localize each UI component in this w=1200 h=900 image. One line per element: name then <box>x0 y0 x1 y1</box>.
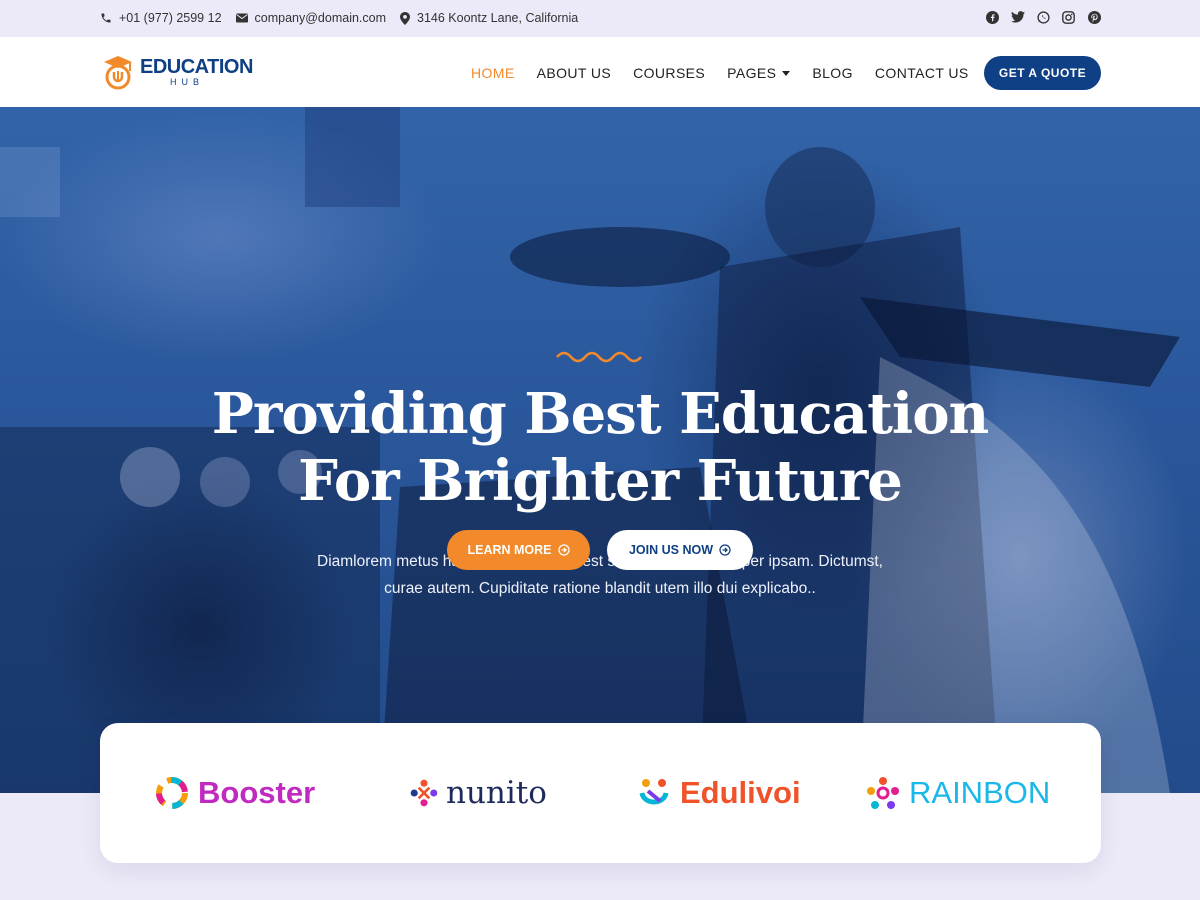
brand-rainbon: RAINBON <box>865 773 1050 813</box>
pinterest-icon[interactable] <box>1087 10 1101 24</box>
phone-item[interactable]: +01 (977) 2599 12 <box>100 11 222 25</box>
email-text: company@domain.com <box>254 11 387 25</box>
nav-courses-label: COURSES <box>633 65 706 81</box>
brand-nunito-name: nunito <box>446 775 547 811</box>
nav-contact-us[interactable]: CONTACT US <box>875 65 969 81</box>
email-item[interactable]: company@domain.com <box>235 11 387 25</box>
logo-title: EDUCATION <box>140 56 253 78</box>
brand-booster: Booster <box>154 773 315 813</box>
phone-text: +01 (977) 2599 12 <box>119 11 222 25</box>
phone-icon <box>101 13 111 23</box>
arrow-circle-right-icon <box>557 544 570 556</box>
partner-brands-card: Booster nunito Edulivoi RAINBON <box>100 723 1101 863</box>
hero-description-line2: curae autem. Cupiditate ratione blandit … <box>384 580 816 597</box>
hero-description-line1: Diamlorem metus habitant voluptatum est … <box>317 553 883 570</box>
main-nav: HOME ABOUT US COURSES PAGES BLOG CONTACT… <box>471 65 991 81</box>
site-logo[interactable]: EDUCATION HUB <box>102 53 253 91</box>
nav-about-us[interactable]: ABOUT US <box>537 65 612 81</box>
nav-home[interactable]: HOME <box>471 65 515 81</box>
chevron-down-icon <box>782 70 791 76</box>
brand-rainbon-name: RAINBON <box>909 775 1051 810</box>
booster-logo-icon <box>156 777 188 809</box>
edulivoi-logo-icon <box>639 779 669 805</box>
twitter-icon[interactable] <box>1010 10 1025 24</box>
instagram-icon[interactable] <box>1062 10 1076 24</box>
envelope-icon <box>235 13 248 23</box>
join-us-now-label: JOIN US NOW <box>628 543 714 557</box>
nav-pages-label: PAGES <box>727 65 777 81</box>
whatsapp-icon[interactable] <box>1036 10 1050 24</box>
main-header: EDUCATION HUB HOME ABOUT US COURSES PAGE… <box>0 37 1200 107</box>
graduation-cap-logo-icon <box>104 56 132 90</box>
hero-description: Diamlorem metus habitant voluptatum est … <box>290 548 910 602</box>
nunito-logo-icon <box>410 779 438 807</box>
nav-pages[interactable]: PAGES <box>727 65 791 81</box>
brand-nunito: nunito <box>408 773 547 813</box>
hero-title-line2: For Brighter Future <box>298 448 903 514</box>
address-item: 3146 Koontz Lane, California <box>400 11 578 25</box>
location-pin-icon <box>400 11 411 25</box>
learn-more-label: LEARN MORE <box>467 543 552 557</box>
facebook-icon[interactable] <box>985 10 999 24</box>
join-us-now-button[interactable]: JOIN US NOW <box>607 530 753 570</box>
nav-about-us-label: ABOUT US <box>536 65 612 81</box>
hero-title: Providing Best Education For Brighter Fu… <box>0 381 1200 515</box>
logo-subtitle: HUB <box>170 77 205 87</box>
nav-courses[interactable]: COURSES <box>633 65 705 81</box>
address-text: 3146 Koontz Lane, California <box>417 11 579 25</box>
social-links <box>974 10 1102 24</box>
brand-booster-name: Booster <box>198 775 316 810</box>
hero-section: Providing Best Education For Brighter Fu… <box>0 107 1200 793</box>
hero-title-line1: Providing Best Education <box>211 381 990 447</box>
nav-contact-us-label: CONTACT US <box>874 65 969 81</box>
get-a-quote-button[interactable]: GET A QUOTE <box>984 56 1101 90</box>
nav-blog[interactable]: BLOG <box>812 65 853 81</box>
learn-more-button[interactable]: LEARN MORE <box>447 530 590 570</box>
brand-edulivoi-name: Edulivoi <box>680 775 801 810</box>
nav-home-label: HOME <box>471 65 515 81</box>
arrow-circle-right-icon <box>719 544 731 556</box>
squiggle-decoration-icon <box>556 351 642 363</box>
brand-edulivoi: Edulivoi <box>636 773 801 813</box>
contact-info: +01 (977) 2599 12 company@domain.com 314… <box>100 11 592 25</box>
top-bar: +01 (977) 2599 12 company@domain.com 314… <box>0 0 1200 37</box>
rainbon-logo-icon <box>867 777 899 809</box>
nav-blog-label: BLOG <box>812 65 853 81</box>
